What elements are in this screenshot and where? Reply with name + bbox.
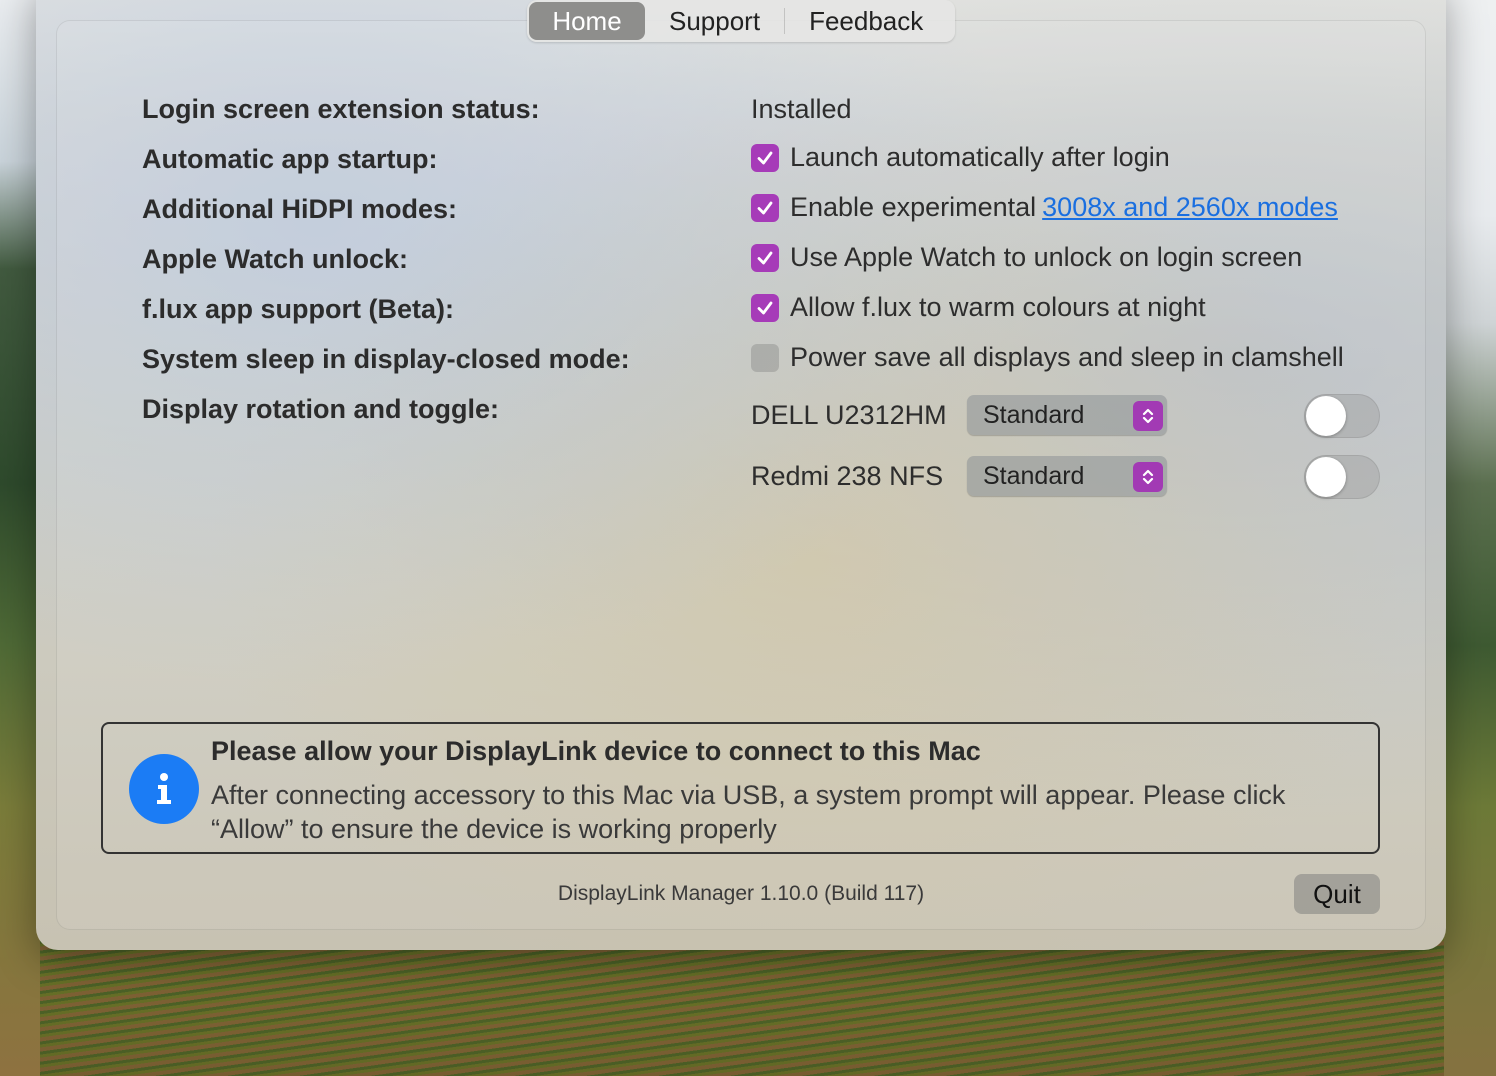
hidpi-modes-link[interactable]: 3008x and 2560x modes — [1042, 192, 1338, 223]
rotation-label: Display rotation and toggle: — [142, 394, 500, 424]
tab-bar: Home Support Feedback — [527, 0, 955, 42]
flux-option[interactable]: Allow f.lux to warm colours at night — [751, 292, 1206, 323]
hidpi-label: Additional HiDPI modes: — [142, 194, 458, 224]
watch-unlock-checkbox[interactable] — [751, 243, 779, 272]
checkmark-icon — [757, 201, 773, 214]
tab-home[interactable]: Home — [529, 2, 645, 40]
quit-button[interactable]: Quit — [1294, 874, 1380, 914]
tab-support[interactable]: Support — [645, 2, 784, 40]
checkmark-icon — [757, 301, 773, 314]
display-name-redmi: Redmi 238 NFS — [751, 461, 944, 491]
auto-startup-label: Automatic app startup: — [142, 144, 438, 174]
auto-startup-option[interactable]: Launch automatically after login — [751, 142, 1170, 173]
hidpi-option[interactable]: Enable experimental 3008x and 2560x mode… — [751, 192, 1338, 223]
checkmark-icon — [757, 151, 773, 164]
sleep-text: Power save all displays and sleep in cla… — [790, 342, 1344, 372]
chevron-updown-icon — [1133, 462, 1163, 492]
app-window: Home Support Feedback Login screen exten… — [36, 0, 1446, 950]
toggle-knob — [1306, 457, 1346, 497]
notice-body: After connecting accessory to this Mac v… — [211, 780, 1286, 844]
desktop-wallpaper-left — [0, 0, 40, 1076]
sleep-label: System sleep in display-closed mode: — [142, 344, 630, 374]
desktop-wallpaper-right — [1444, 0, 1496, 1076]
watch-unlock-option[interactable]: Use Apple Watch to unlock on login scree… — [751, 242, 1302, 273]
display-toggle-redmi[interactable] — [1304, 455, 1380, 499]
watch-unlock-label: Apple Watch unlock: — [142, 244, 409, 274]
login-status-label: Login screen extension status: — [142, 94, 540, 124]
auto-startup-text: Launch automatically after login — [790, 142, 1170, 172]
version-text: DisplayLink Manager 1.10.0 (Build 117) — [557, 882, 925, 905]
flux-text: Allow f.lux to warm colours at night — [790, 292, 1206, 322]
hidpi-text: Enable experimental — [790, 192, 1037, 222]
hidpi-checkbox[interactable] — [751, 193, 779, 222]
rotation-select-value: Standard — [983, 400, 1085, 429]
rotation-select-redmi[interactable]: Standard — [967, 456, 1167, 496]
chevron-updown-icon — [1133, 401, 1163, 431]
permission-notice: Please allow your DisplayLink device to … — [101, 722, 1380, 854]
display-name-dell: DELL U2312HM — [751, 400, 947, 430]
flux-checkbox[interactable] — [751, 293, 779, 322]
rotation-select-dell[interactable]: Standard — [967, 395, 1167, 435]
tab-feedback[interactable]: Feedback — [785, 2, 947, 40]
sleep-option[interactable]: Power save all displays and sleep in cla… — [751, 342, 1344, 373]
sleep-checkbox[interactable] — [751, 343, 779, 372]
auto-startup-checkbox[interactable] — [751, 143, 779, 172]
login-status-value: Installed — [751, 94, 852, 124]
info-icon — [129, 754, 199, 824]
display-toggle-dell[interactable] — [1304, 394, 1380, 438]
flux-label: f.lux app support (Beta): — [142, 294, 454, 324]
toggle-knob — [1306, 396, 1346, 436]
watch-unlock-text: Use Apple Watch to unlock on login scree… — [790, 242, 1303, 272]
notice-title: Please allow your DisplayLink device to … — [211, 736, 981, 766]
rotation-select-value: Standard — [983, 461, 1085, 490]
checkmark-icon — [757, 251, 773, 264]
